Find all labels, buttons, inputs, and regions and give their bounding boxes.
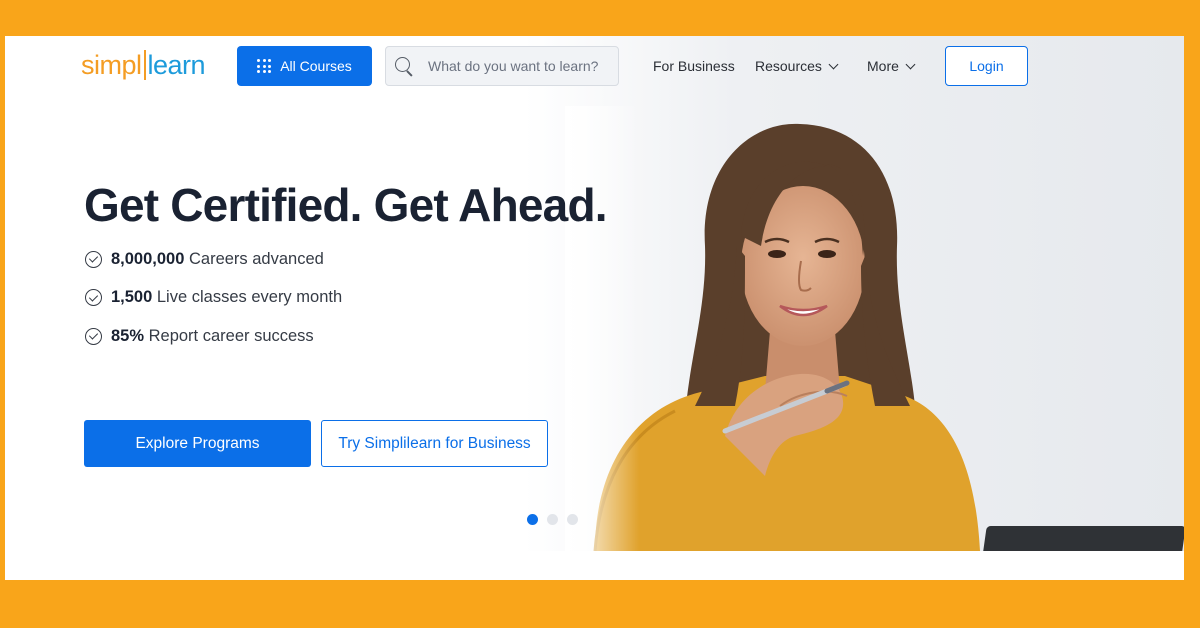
stat-text: 85% Report career success (111, 327, 314, 346)
grid-icon (257, 59, 272, 73)
stat-text: 1,500 Live classes every month (111, 288, 342, 307)
carousel-dot-1[interactable] (527, 514, 538, 525)
carousel-dot-2[interactable] (547, 514, 558, 525)
all-courses-button[interactable]: All Courses (237, 46, 372, 86)
logo-text-part2: learn (147, 50, 206, 80)
hero-woman-image (565, 106, 1184, 551)
stat-label: Report career success (144, 326, 314, 345)
nav-for-business-label: For Business (653, 58, 735, 74)
search-icon (394, 56, 414, 76)
explore-programs-button[interactable]: Explore Programs (84, 420, 311, 467)
nav-resources[interactable]: Resources (755, 58, 839, 74)
try-for-business-label: Try Simplilearn for Business (338, 434, 531, 452)
carousel-dot-3[interactable] (567, 514, 578, 525)
chevron-down-icon (905, 59, 916, 69)
check-circle-icon (85, 250, 102, 268)
carousel-dots (527, 514, 578, 525)
nav-resources-label: Resources (755, 58, 822, 74)
nav-more-label: More (867, 58, 899, 74)
check-circle-icon (85, 327, 102, 345)
search-input[interactable] (428, 58, 608, 74)
logo-divider (143, 50, 146, 80)
hero-headline: Get Certified. Get Ahead. (84, 179, 608, 231)
stat-item: 1,500 Live classes every month (85, 287, 342, 309)
nav-more[interactable]: More (867, 58, 916, 74)
laptop-edge (983, 526, 1184, 551)
stat-value: 85% (111, 326, 145, 345)
explore-programs-label: Explore Programs (135, 434, 260, 452)
stat-label: Live classes every month (152, 288, 343, 306)
try-for-business-button[interactable]: Try Simplilearn for Business (321, 420, 548, 467)
top-navigation: simpllearn All Courses For Business Reso… (5, 36, 1184, 98)
all-courses-label: All Courses (280, 58, 352, 74)
stat-item: 85% Report career success (85, 325, 342, 347)
login-button[interactable]: Login (945, 46, 1028, 86)
nav-for-business[interactable]: For Business (653, 58, 735, 74)
chevron-down-icon (828, 59, 839, 69)
hero-bottom-strip (5, 551, 1184, 580)
check-circle-icon (85, 289, 102, 306)
stat-value: 1,500 (111, 288, 153, 306)
page-frame: simpllearn All Courses For Business Reso… (5, 36, 1184, 580)
login-label: Login (969, 58, 1004, 74)
stat-item: 8,000,000 Careers advanced (85, 248, 342, 270)
stat-label: Careers advanced (184, 249, 324, 268)
search-box[interactable] (385, 46, 619, 86)
logo-text-part1: simpl (81, 50, 142, 80)
stat-value: 8,000,000 (111, 249, 185, 268)
hero-stats-list: 8,000,000 Careers advanced 1,500 Live cl… (85, 248, 342, 364)
stat-text: 8,000,000 Careers advanced (111, 250, 324, 269)
simplilearn-logo[interactable]: simpl learn (81, 50, 206, 81)
